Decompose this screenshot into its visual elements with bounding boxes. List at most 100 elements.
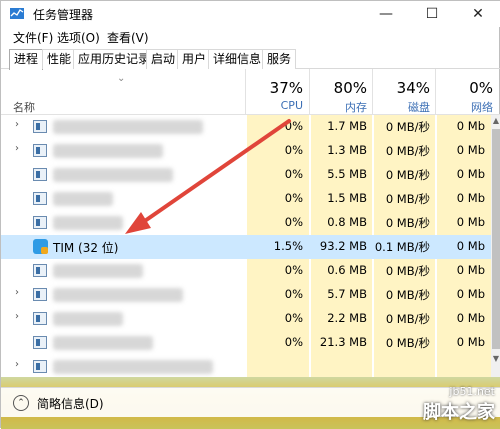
- column-disk[interactable]: 磁盘: [374, 99, 430, 115]
- watermark-name: 脚本之家: [423, 402, 495, 423]
- site-watermark: jb51.net 脚本之家: [423, 385, 495, 424]
- maximize-button[interactable]: ☐: [409, 1, 455, 27]
- scroll-up-icon[interactable]: ▲: [491, 115, 500, 127]
- cell-net: 0 Mb: [456, 143, 485, 157]
- blurred-process-name: [53, 168, 173, 182]
- process-name: TIM (32 位): [53, 241, 119, 255]
- cell-mem: 5.5 MB: [327, 167, 367, 181]
- process-icon: [33, 360, 47, 373]
- blurred-process-name: [53, 336, 153, 350]
- tab-services[interactable]: 服务: [262, 49, 297, 69]
- tab-processes[interactable]: 进程: [9, 49, 44, 70]
- usage-highlight: [374, 355, 435, 377]
- usage-highlight: [247, 355, 309, 377]
- network-percent: 0%: [469, 79, 493, 97]
- fewer-details-link[interactable]: 简略信息(D): [37, 395, 104, 412]
- cell-cpu: 0%: [284, 335, 303, 349]
- cell-mem: 1.3 MB: [327, 143, 367, 157]
- process-row[interactable]: › 0% 2.2 MB 0 MB/秒 0 Mb: [1, 307, 491, 331]
- cell-cpu: 0%: [284, 311, 303, 325]
- sort-chevron-icon[interactable]: ⌄: [117, 73, 125, 84]
- blurred-process-name: [53, 192, 113, 206]
- cell-cpu: 1.5%: [273, 239, 303, 253]
- process-row[interactable]: › 0% 1.3 MB 0 MB/秒 0 Mb: [1, 139, 491, 163]
- close-button[interactable]: ✕: [455, 1, 500, 27]
- blurred-process-name: [53, 216, 123, 230]
- process-row-tim[interactable]: TIM (32 位) 1.5% 93.2 MB 0.1 MB/秒 0 Mb: [1, 235, 491, 259]
- cell-disk: 0 MB/秒: [385, 216, 430, 230]
- cell-disk: 0 MB/秒: [385, 120, 430, 134]
- column-cpu[interactable]: CPU: [247, 99, 303, 112]
- cell-disk: 0 MB/秒: [385, 144, 430, 158]
- cell-cpu: 0%: [284, 119, 303, 133]
- process-icon: [33, 336, 47, 349]
- memory-percent: 80%: [333, 79, 367, 97]
- process-icon: [33, 192, 47, 205]
- column-name[interactable]: 名称: [13, 99, 35, 115]
- process-row[interactable]: 0% 5.5 MB 0 MB/秒 0 Mb: [1, 163, 491, 187]
- cell-cpu: 0%: [284, 191, 303, 205]
- scroll-down-icon[interactable]: ▼: [491, 353, 500, 365]
- cell-mem: 0.6 MB: [327, 263, 367, 277]
- task-manager-window: 任务管理器 — ☐ ✕ 文件(F) 选项(O) 查看(V) 进程 性能 应用历史…: [0, 0, 500, 429]
- cell-disk: 0 MB/秒: [385, 288, 430, 302]
- column-memory[interactable]: 内存: [311, 99, 367, 115]
- tab-performance[interactable]: 性能: [42, 49, 77, 69]
- expand-chevron-icon[interactable]: ›: [15, 287, 19, 298]
- column-divider: [309, 69, 310, 115]
- vertical-scrollbar[interactable]: ▲ ▼: [491, 115, 500, 377]
- cell-cpu: 0%: [284, 167, 303, 181]
- minimize-button[interactable]: —: [363, 1, 409, 27]
- title-bar: 任务管理器 — ☐ ✕: [1, 1, 500, 27]
- tab-users[interactable]: 用户: [177, 49, 212, 69]
- footer-background: ⌃ 简略信息(D) jb51.net 脚本之家: [1, 377, 500, 429]
- tab-app-history[interactable]: 应用历史记录: [73, 49, 156, 69]
- column-network[interactable]: 网络: [437, 99, 493, 115]
- cell-mem: 2.2 MB: [327, 311, 367, 325]
- blurred-process-name: [53, 288, 183, 302]
- cell-disk: 0 MB/秒: [385, 264, 430, 278]
- cell-cpu: 0%: [284, 287, 303, 301]
- process-row[interactable]: ›: [1, 355, 491, 377]
- expand-chevron-icon[interactable]: ›: [15, 119, 19, 130]
- process-icon: [33, 264, 47, 277]
- process-icon: [33, 288, 47, 301]
- task-manager-icon: [10, 8, 24, 19]
- process-row[interactable]: › 0% 5.7 MB 0 MB/秒 0 Mb: [1, 283, 491, 307]
- column-divider: [435, 69, 436, 115]
- column-divider: [245, 69, 246, 115]
- process-icon: [33, 144, 47, 157]
- column-divider: [372, 69, 373, 115]
- fewer-details-icon[interactable]: ⌃: [13, 395, 29, 411]
- tim-app-icon: [33, 239, 48, 254]
- process-row[interactable]: 0% 0.6 MB 0 MB/秒 0 Mb: [1, 259, 491, 283]
- expand-chevron-icon[interactable]: ›: [15, 359, 19, 370]
- process-row[interactable]: 0% 21.3 MB 0 MB/秒 0 Mb: [1, 331, 491, 355]
- cell-disk: 0 MB/秒: [385, 192, 430, 206]
- menu-options[interactable]: 选项(O): [57, 29, 100, 46]
- process-row[interactable]: 0% 0.8 MB 0 MB/秒 0 Mb: [1, 211, 491, 235]
- blurred-process-name: [53, 360, 213, 374]
- expand-chevron-icon[interactable]: ›: [15, 143, 19, 154]
- tab-startup[interactable]: 启动: [146, 49, 181, 69]
- blurred-process-name: [53, 264, 143, 278]
- tab-bar: 进程 性能 应用历史记录 启动 用户 详细信息 服务: [1, 47, 500, 70]
- expand-chevron-icon[interactable]: ›: [15, 311, 19, 322]
- tab-details[interactable]: 详细信息: [208, 49, 267, 69]
- cell-disk: 0.1 MB/秒: [374, 240, 430, 254]
- blurred-process-name: [53, 120, 203, 134]
- menu-view[interactable]: 查看(V): [107, 29, 149, 46]
- process-row[interactable]: 0% 1.5 MB 0 MB/秒 0 Mb: [1, 187, 491, 211]
- cell-mem: 21.3 MB: [319, 335, 367, 349]
- window-title: 任务管理器: [33, 8, 94, 22]
- column-header: ⌄ 名称 37% CPU 80% 内存 34% 磁盘 0% 网络: [1, 69, 500, 115]
- process-icon: [33, 168, 47, 181]
- menu-bar: 文件(F) 选项(O) 查看(V): [1, 27, 500, 47]
- cpu-percent: 37%: [269, 79, 303, 97]
- process-row[interactable]: › 0% 1.7 MB 0 MB/秒 0 Mb: [1, 115, 491, 139]
- cell-disk: 0 MB/秒: [385, 336, 430, 350]
- menu-file[interactable]: 文件(F): [13, 29, 53, 46]
- cell-net: 0 Mb: [456, 287, 485, 301]
- process-icon: [33, 216, 47, 229]
- scroll-thumb[interactable]: [492, 129, 500, 349]
